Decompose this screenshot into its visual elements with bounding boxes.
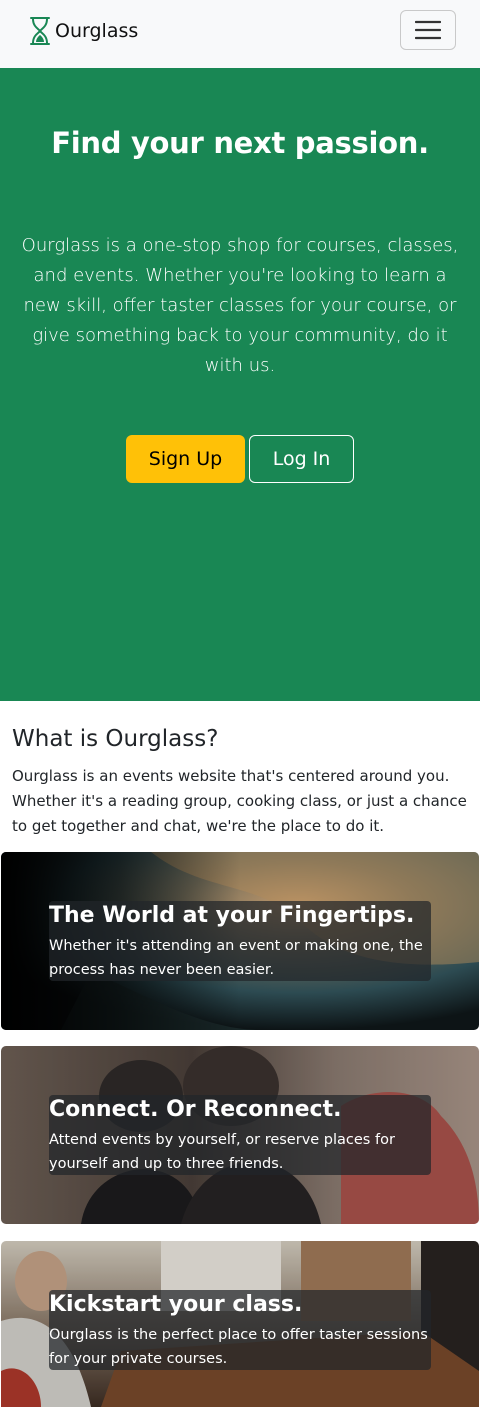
sign-up-button[interactable]: Sign Up	[126, 435, 245, 483]
menu-toggle-button[interactable]	[400, 10, 456, 50]
card-text: Ourglass is the perfect place to offer t…	[49, 1327, 428, 1367]
card-title: The World at your Fingertips.	[49, 903, 415, 928]
hero-section: Find your next passion. Ourglass is a on…	[0, 68, 480, 701]
navbar: Ourglass	[0, 0, 480, 68]
card-caption: The World at your Fingertips. Whether it…	[49, 901, 431, 981]
card-title: Connect. Or Reconnect.	[49, 1097, 342, 1122]
hero-description: Ourglass is a one-stop shop for courses,…	[21, 235, 459, 376]
card-caption: Kickstart your class. Ourglass is the pe…	[49, 1290, 431, 1370]
card-text: Attend events by yourself, or reserve pl…	[49, 1132, 395, 1172]
hourglass-icon	[30, 17, 50, 45]
card-caption: Connect. Or Reconnect. Attend events by …	[49, 1095, 431, 1175]
brand-link[interactable]: Ourglass	[28, 15, 138, 47]
feature-card-connect: Connect. Or Reconnect. Attend events by …	[1, 1046, 479, 1224]
about-title: What is Ourglass?	[12, 726, 219, 752]
hamburger-menu-icon	[415, 20, 441, 40]
feature-card-world: The World at your Fingertips. Whether it…	[1, 852, 479, 1030]
brand-name: Ourglass	[55, 20, 139, 42]
log-in-button[interactable]: Log In	[249, 435, 354, 483]
card-text: Whether it's attending an event or makin…	[49, 938, 423, 978]
about-description: Ourglass is an events website that's cen…	[12, 767, 467, 835]
card-title: Kickstart your class.	[49, 1292, 303, 1317]
hero-title: Find your next passion.	[51, 126, 429, 160]
feature-card-class: Kickstart your class. Ourglass is the pe…	[1, 1241, 479, 1407]
